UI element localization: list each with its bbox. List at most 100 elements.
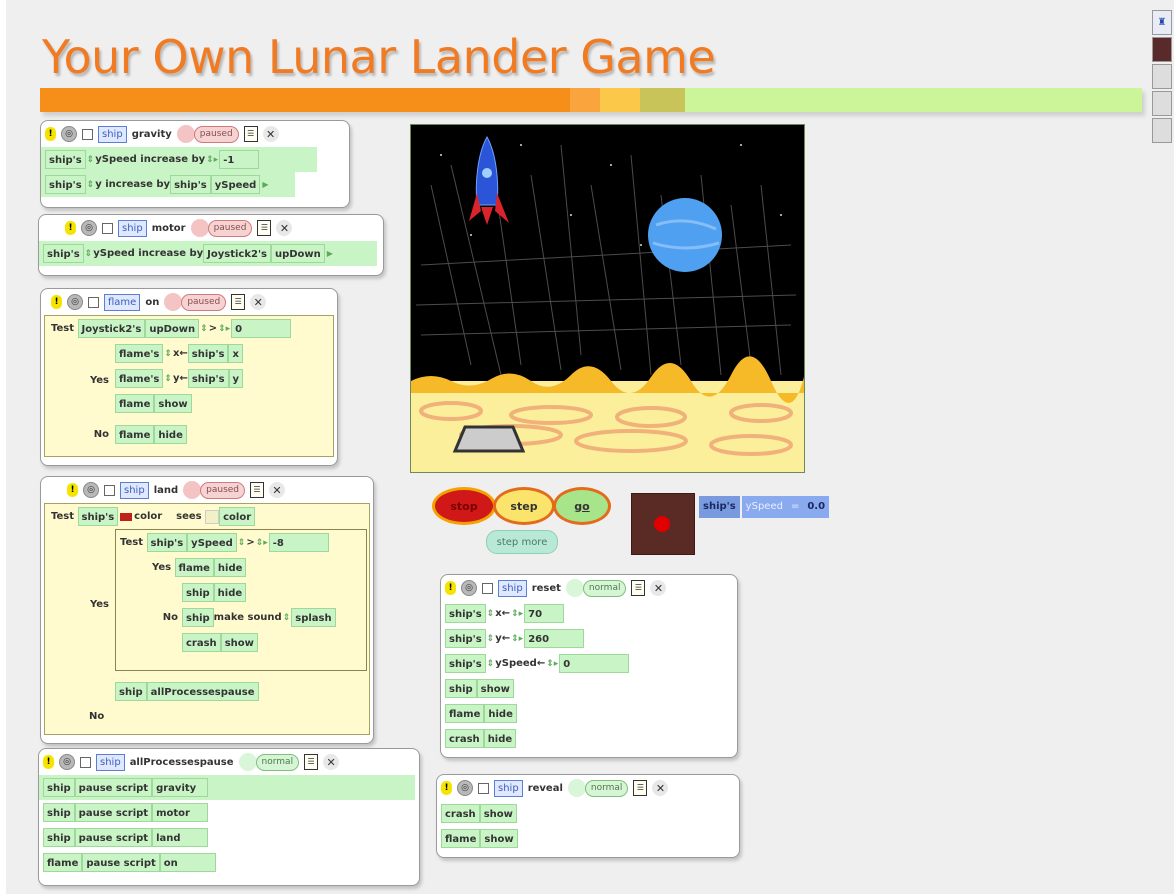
fire-icon[interactable]: ! [51, 295, 62, 309]
tile-phrase[interactable]: allProcessespause [146, 682, 259, 701]
tile-object[interactable]: Joystick2's [77, 319, 146, 338]
tile-value[interactable]: land [152, 828, 209, 847]
tile-phrase[interactable]: color [134, 511, 162, 522]
fire-icon[interactable]: ! [67, 483, 78, 497]
tile-value[interactable]: upDown [270, 244, 325, 263]
menu-circle-icon[interactable]: ◎ [61, 126, 77, 142]
menu-circle-icon[interactable]: ◎ [59, 754, 75, 770]
go-button[interactable]: go [553, 487, 611, 525]
clock-icon[interactable] [190, 219, 209, 237]
close-icon[interactable]: ✕ [269, 482, 286, 498]
operator[interactable]: > [209, 323, 217, 334]
script-menu-icon[interactable]: ☰ [631, 580, 646, 596]
fire-icon[interactable]: ! [43, 755, 54, 769]
record-icon[interactable] [1152, 37, 1172, 62]
tile-object[interactable]: flame's [115, 344, 164, 363]
tile-object[interactable]: ship's [45, 150, 86, 169]
tile-object[interactable]: ship's [187, 344, 229, 363]
menu-circle-icon[interactable]: ◎ [83, 482, 99, 498]
checkbox[interactable] [102, 222, 113, 234]
color-swatch[interactable] [120, 512, 133, 521]
tile-object[interactable]: ship's [43, 244, 84, 263]
bug-icon[interactable]: ♜ [1152, 10, 1172, 35]
color-swatch[interactable] [205, 509, 220, 524]
tile-phrase[interactable]: show [220, 633, 258, 652]
tile-object[interactable]: crash [441, 804, 480, 823]
tile-value[interactable]: -8 [268, 533, 329, 552]
checkbox[interactable] [80, 756, 91, 768]
status-badge[interactable]: paused [207, 219, 253, 237]
checkbox[interactable] [88, 296, 99, 308]
tile-value[interactable]: -1 [219, 150, 260, 169]
step-more-button[interactable]: step more [486, 530, 558, 554]
step-button[interactable]: step [493, 487, 555, 525]
tile-object[interactable]: ship's [146, 533, 188, 552]
script-object[interactable]: ship [98, 125, 127, 143]
tile-phrase[interactable]: hide [213, 583, 247, 602]
tile-object[interactable]: crash [182, 633, 221, 652]
tile-phrase[interactable]: hide [213, 558, 247, 577]
status-badge[interactable]: normal [584, 779, 629, 797]
checkbox[interactable] [82, 128, 93, 140]
close-icon[interactable]: ✕ [262, 126, 279, 142]
tile-phrase[interactable]: show [479, 804, 517, 823]
tile-object[interactable]: Joystick2's [203, 244, 271, 263]
fire-icon[interactable]: ! [65, 221, 76, 235]
tile-object[interactable]: ship [182, 608, 214, 627]
script-menu-icon[interactable]: ☰ [231, 294, 246, 310]
menu-circle-icon[interactable]: ◎ [67, 294, 83, 310]
tile-phrase[interactable]: hide [484, 704, 517, 723]
tile-value[interactable]: 0 [559, 654, 630, 673]
menu-circle-icon[interactable]: ◎ [461, 580, 477, 596]
tile-phrase[interactable]: pause script [74, 828, 153, 847]
tile-object[interactable]: ship's [45, 175, 86, 194]
tile-value[interactable]: 260 [524, 629, 585, 648]
tile-phrase[interactable]: hide [483, 729, 517, 748]
tile-value[interactable]: ySpeed [187, 533, 237, 552]
sprite-thumbnail[interactable] [631, 493, 695, 555]
tile-object[interactable]: ship [115, 682, 147, 701]
tile-value[interactable]: 70 [524, 604, 565, 623]
tile-phrase[interactable]: hide [154, 424, 187, 444]
clock-icon[interactable] [565, 579, 584, 597]
clock-icon[interactable] [176, 125, 195, 143]
tile-phrase[interactable]: make sound [214, 612, 282, 623]
script-menu-icon[interactable]: ☰ [304, 754, 319, 770]
game-stage[interactable] [410, 124, 805, 473]
script-object[interactable]: ship [498, 579, 527, 597]
tile-value[interactable]: splash [291, 608, 336, 627]
status-badge[interactable]: paused [193, 125, 239, 143]
tile-object[interactable]: ship [43, 828, 75, 847]
tile-object[interactable]: flame [115, 424, 155, 444]
tile-object[interactable]: ship [445, 679, 477, 698]
tile-phrase[interactable]: ySpeed increase by [93, 248, 203, 259]
fire-icon[interactable]: ! [445, 581, 456, 595]
tile-phrase[interactable]: ySpeed increase by [95, 154, 205, 165]
tile-object[interactable]: ship [182, 583, 214, 602]
script-object[interactable]: ship [120, 481, 149, 499]
tile-phrase[interactable]: pause script [82, 853, 160, 872]
tool-icon[interactable] [1152, 118, 1172, 143]
script-object[interactable]: ship [118, 219, 147, 237]
script-object[interactable]: ship [96, 753, 125, 771]
checkbox[interactable] [104, 484, 115, 496]
clock-icon[interactable] [567, 779, 586, 797]
close-icon[interactable]: ✕ [323, 754, 340, 770]
script-menu-icon[interactable]: ☰ [250, 482, 265, 498]
close-icon[interactable]: ✕ [652, 780, 669, 796]
checkbox[interactable] [478, 782, 489, 794]
tile-value[interactable]: motor [152, 803, 209, 822]
tile-object[interactable]: flame's [115, 369, 164, 388]
clock-icon[interactable] [183, 481, 202, 499]
status-badge[interactable]: normal [582, 579, 627, 597]
tile-phrase[interactable]: ySpeed [495, 658, 537, 669]
tile-phrase[interactable]: y increase by [95, 179, 170, 190]
tile-object[interactable]: flame [43, 853, 83, 872]
tile-object[interactable]: ship's [445, 629, 486, 648]
status-badge[interactable]: normal [255, 753, 300, 771]
ySpeed-watcher[interactable]: ship's ySpeed = 0.0 [699, 496, 830, 518]
tile-phrase[interactable]: color [219, 507, 256, 526]
script-object[interactable]: ship [494, 779, 523, 797]
tile-object[interactable]: ship's [445, 654, 486, 673]
tile-phrase[interactable]: show [154, 394, 192, 413]
